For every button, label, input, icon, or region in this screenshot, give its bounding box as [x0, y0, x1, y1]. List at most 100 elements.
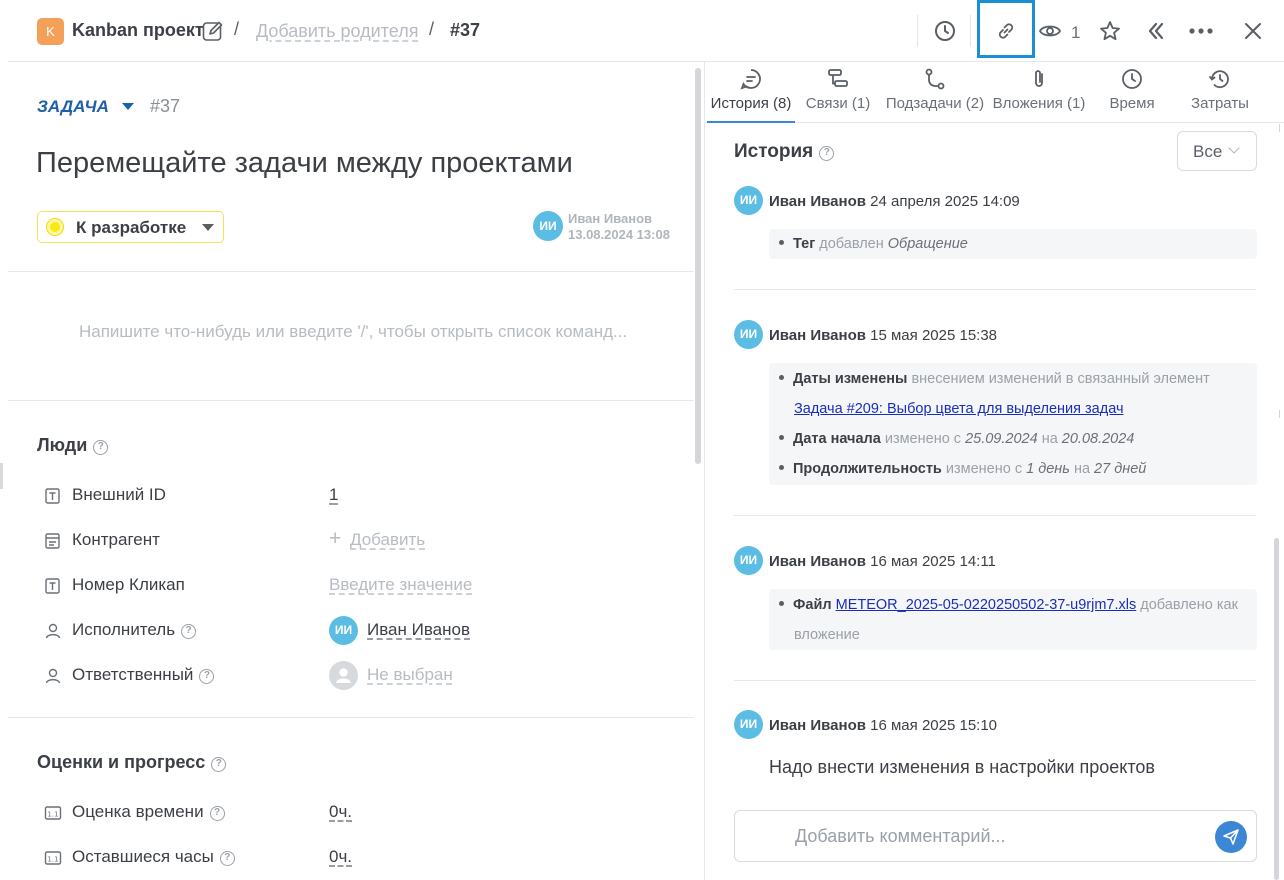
tab-relations[interactable]: Связи (1): [797, 62, 879, 123]
relations-icon: [828, 69, 848, 87]
top-bar: K Kanban проект / Добавить родителя / #3…: [8, 0, 1284, 62]
history-filter-select[interactable]: Все: [1177, 131, 1257, 171]
resize-handle[interactable]: [0, 463, 3, 489]
chevron-down-icon[interactable]: [122, 103, 134, 110]
add-parent-link[interactable]: Добавить родителя: [256, 21, 418, 42]
text-field-icon: [45, 578, 60, 594]
task-id: #37: [150, 96, 181, 116]
avatar: ИИ: [734, 546, 763, 575]
field-value[interactable]: 0ч.: [329, 802, 352, 822]
field-value[interactable]: 1: [329, 485, 338, 505]
comment-input[interactable]: [795, 823, 1195, 849]
divider: [734, 515, 1256, 516]
divider: [970, 15, 971, 47]
breadcrumb-project[interactable]: Kanban проект: [72, 20, 204, 41]
star-icon[interactable]: [1096, 17, 1124, 45]
scrollbar-marker: [1279, 410, 1280, 418]
comment-text: Надо внести изменения в настройки проект…: [769, 757, 1155, 777]
field-time-estimate: 1.1 Оценка времени? 0ч.: [44, 800, 684, 826]
divider: [734, 680, 1256, 681]
help-icon[interactable]: ?: [219, 851, 235, 866]
plus-icon[interactable]: +: [329, 527, 341, 551]
task-title[interactable]: Перемещайте задачи между проектами: [36, 147, 573, 180]
change-text: изменено с: [884, 431, 962, 447]
card-icon: [45, 533, 60, 549]
tab-attachments[interactable]: Вложения (1): [991, 62, 1087, 123]
scrollbar[interactable]: [695, 68, 701, 464]
field-clickup-number: Номер Кликап Введите значение: [44, 573, 684, 599]
avatar: ИИ: [533, 211, 563, 241]
tab-label: История (8): [710, 95, 792, 112]
field-value[interactable]: 0ч.: [329, 847, 352, 867]
assignee-value[interactable]: Иван Иванов: [367, 620, 470, 640]
tab-time[interactable]: Время: [1097, 62, 1167, 123]
help-icon[interactable]: ?: [209, 806, 225, 821]
help-icon[interactable]: ?: [211, 757, 227, 772]
related-task-link[interactable]: Задача #209: Выбор цвета для выделения з…: [794, 401, 1124, 417]
clock-icon[interactable]: [931, 17, 959, 45]
project-badge[interactable]: K: [37, 18, 64, 45]
divider: [917, 15, 918, 47]
svg-text:1.1: 1.1: [47, 811, 58, 819]
field-label-text: Оставшиеся часы: [72, 847, 214, 866]
field-value-input[interactable]: Введите значение: [329, 575, 472, 595]
history-clock-icon: [1209, 70, 1229, 89]
history-item: Продолжительность изменено с 1 день на 2…: [779, 461, 1146, 477]
field-label: Оценка времени?: [72, 802, 225, 822]
tab-label: Затраты: [1191, 95, 1249, 112]
tab-history[interactable]: История (8): [707, 62, 795, 123]
help-icon[interactable]: ?: [93, 440, 109, 455]
description-editor[interactable]: Напишите что-нибудь или введите '/', что…: [79, 318, 639, 346]
history-date: 15 мая 2025 15:38: [870, 327, 998, 344]
chat-icon: [740, 69, 761, 90]
help-icon[interactable]: ?: [819, 146, 835, 161]
task-details-panel: ЗАДАЧА #37 Перемещайте задачи между прое…: [8, 62, 694, 880]
user-icon: [45, 623, 61, 639]
change-text: добавлено как: [1140, 597, 1238, 613]
field-label: Номер Кликап: [72, 575, 185, 594]
change-text: вложение: [794, 627, 860, 643]
history-item-cont: вложение: [794, 627, 860, 643]
empty-avatar-icon: [329, 661, 358, 690]
tab-label: Связи (1): [805, 95, 871, 112]
activity-tabs: История (8) Связи (1) Подзадачи (2) Влож…: [705, 62, 1284, 123]
divider: [8, 717, 694, 718]
avatar: ИИ: [734, 320, 763, 349]
add-counterparty-link[interactable]: Добавить: [350, 530, 425, 550]
field-label: Внешний ID: [72, 485, 166, 504]
author-name: Иван Иванов: [568, 211, 653, 226]
divider: [8, 400, 694, 401]
scrollbar[interactable]: [1274, 538, 1279, 880]
edit-icon[interactable]: [202, 20, 224, 42]
section-title-text: Люди: [37, 435, 88, 455]
collapse-icon[interactable]: [1142, 17, 1170, 45]
paperclip-icon: [1035, 70, 1043, 87]
help-icon[interactable]: ?: [199, 669, 215, 684]
history-item: Файл METEOR_2025-05-0220250502-37-u9rjm7…: [779, 597, 1238, 613]
history-entry-header: Иван Иванов 15 мая 2025 15:38: [769, 327, 997, 344]
field-label-text: Оценка времени: [72, 802, 204, 821]
task-type-selector[interactable]: ЗАДАЧА: [37, 97, 109, 117]
eye-icon[interactable]: [1036, 17, 1064, 45]
close-icon[interactable]: [1239, 17, 1267, 45]
link-icon[interactable]: [992, 17, 1020, 45]
change-field: Файл: [793, 597, 832, 613]
field-label: Ответственный?: [72, 665, 215, 685]
history-item-link: Задача #209: Выбор цвета для выделения з…: [794, 401, 1124, 417]
clock-icon: [1122, 69, 1142, 89]
responsible-value[interactable]: Не выбран: [367, 665, 453, 685]
tab-subtasks[interactable]: Подзадачи (2): [885, 62, 985, 123]
history-change-box: Даты изменены внесением изменений в связ…: [769, 363, 1257, 485]
help-icon[interactable]: ?: [181, 624, 197, 639]
attachment-link[interactable]: METEOR_2025-05-0220250502-37-u9rjm7.xls: [836, 597, 1137, 613]
history-item: Дата начала изменено с 25.09.2024 на 20.…: [779, 431, 1134, 447]
avatar: ИИ: [329, 616, 358, 645]
history-change-box: Файл METEOR_2025-05-0220250502-37-u9rjm7…: [769, 589, 1257, 650]
scrollbar-marker: [1279, 124, 1280, 132]
tab-costs[interactable]: Затраты: [1179, 62, 1261, 123]
bullet: [779, 240, 784, 245]
history-item: Даты изменены внесением изменений в связ…: [779, 371, 1210, 387]
more-icon[interactable]: [1187, 17, 1215, 45]
status-dropdown[interactable]: К разработке: [37, 211, 224, 243]
send-button[interactable]: [1215, 821, 1247, 853]
